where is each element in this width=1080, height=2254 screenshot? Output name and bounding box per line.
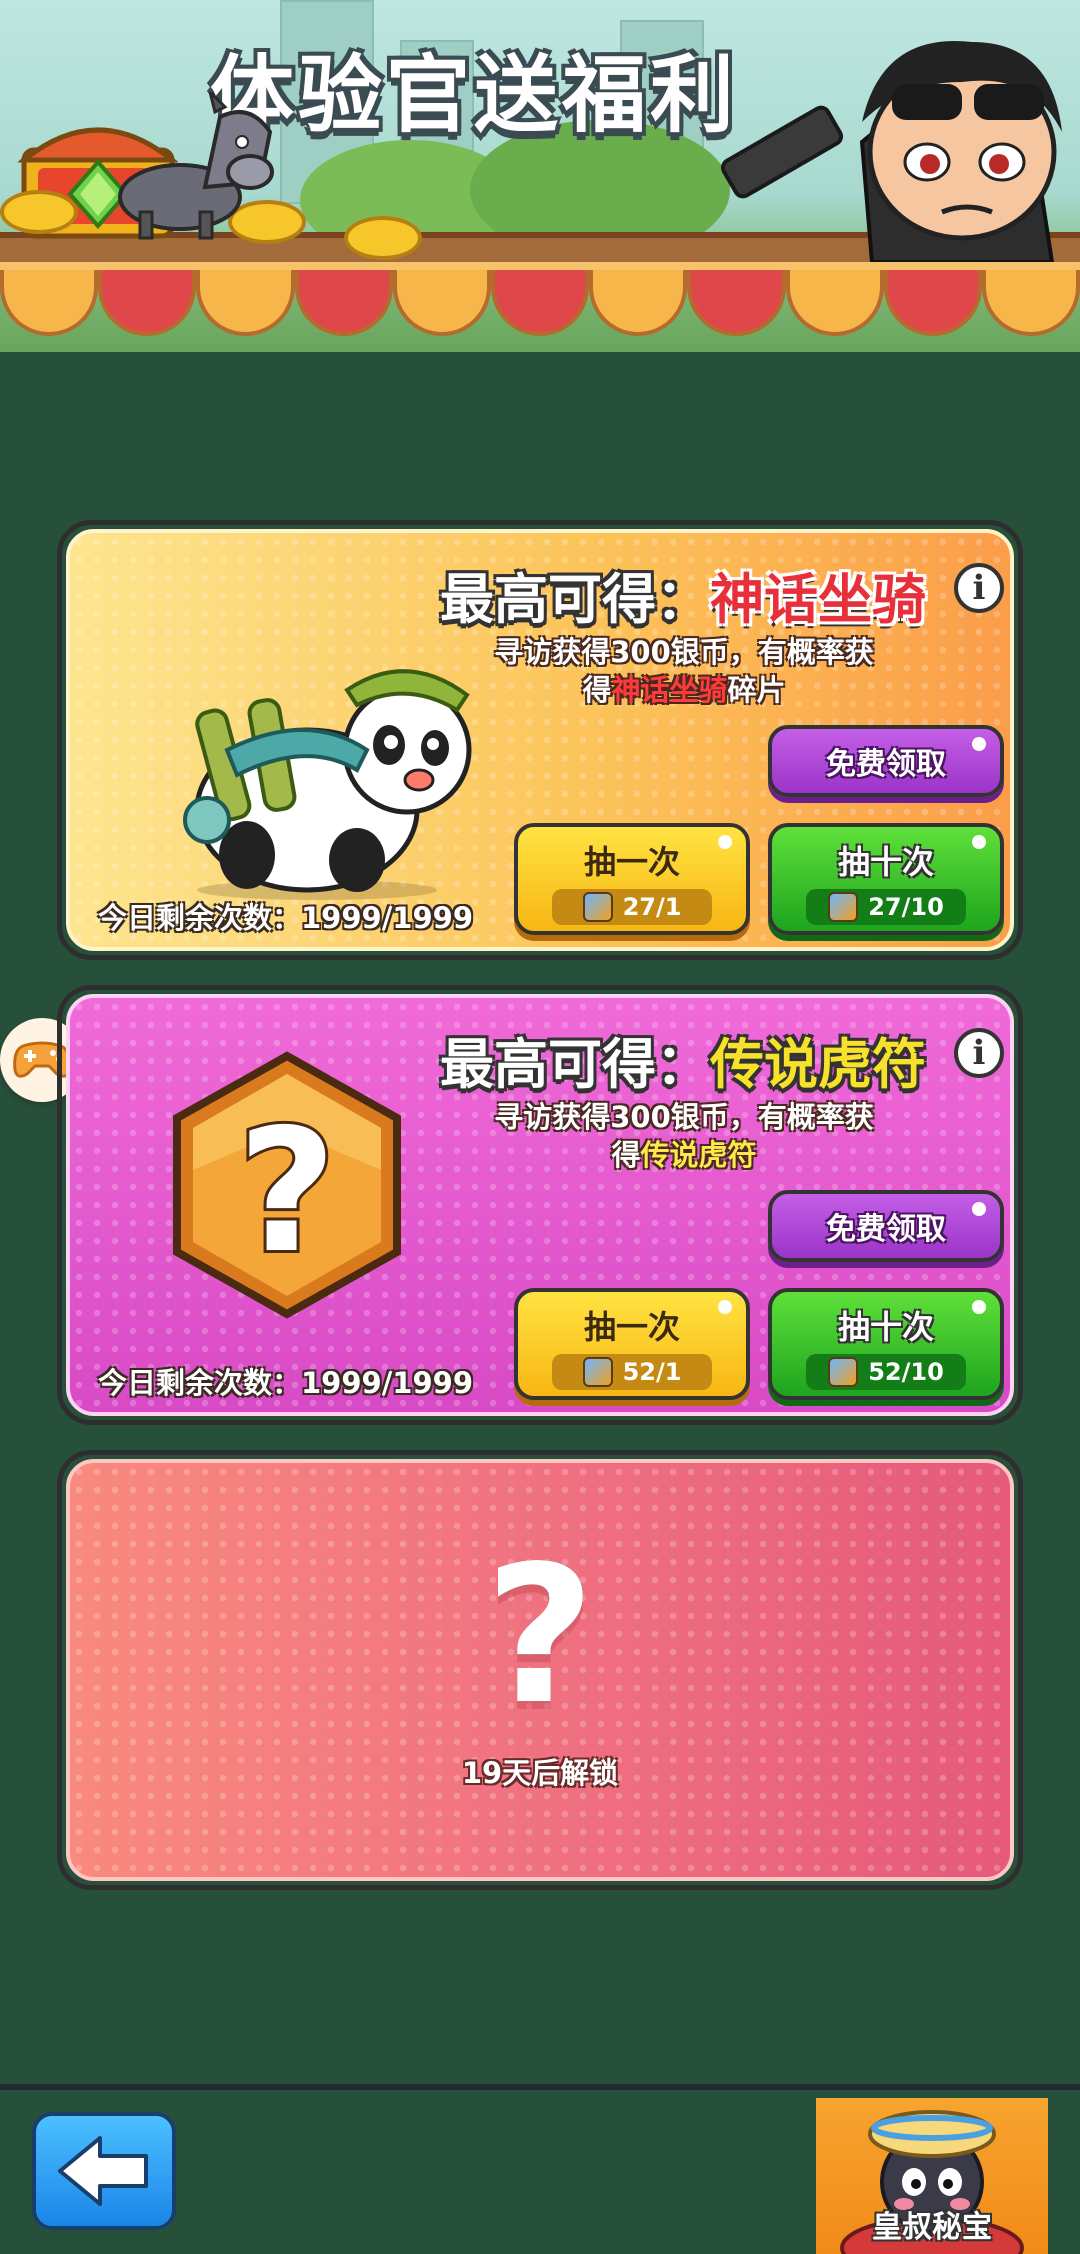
description-line: 得神话坐骑碎片 — [424, 671, 944, 709]
draw-ten-cost: 52/10 — [806, 1354, 966, 1390]
button-gloss — [718, 835, 732, 849]
treasure-button[interactable]: 皇叔秘宝 — [816, 2098, 1048, 2254]
ticket-icon — [828, 892, 859, 922]
button-gloss — [972, 1202, 986, 1216]
draw-ten-label: 抽十次 — [837, 843, 934, 881]
info-icon[interactable]: i — [954, 1028, 1004, 1078]
description-suffix: 碎片 — [727, 673, 786, 707]
remaining-count: 今日剩余次数：1999/1999 — [98, 1366, 474, 1400]
horse-mascot-icon — [118, 92, 274, 240]
remaining-count: 今日剩余次数：1999/1999 — [98, 901, 474, 935]
button-gloss — [972, 835, 986, 849]
best-reward-label: 最高可得： — [440, 568, 710, 631]
draw-once-cost: 52/1 — [552, 1354, 712, 1390]
awning-scallop — [294, 270, 393, 336]
boss-character-icon — [720, 41, 1062, 262]
best-reward-title: 最高可得：传说虎符 — [440, 1020, 926, 1099]
page-title: 体验官送福利 — [210, 46, 739, 144]
reward-description: 寻访获得300银币，有概率获 得传说虎符 — [424, 1098, 944, 1174]
svg-text:?: ? — [238, 1093, 337, 1291]
mystery-hexagon-icon: ? — [173, 1051, 401, 1319]
gold-coin-icon — [0, 190, 78, 234]
button-gloss — [972, 737, 986, 751]
draw-ten-cost-value: 52/10 — [868, 1358, 944, 1386]
treasure-label: 皇叔秘宝 — [872, 2210, 992, 2245]
draw-once-label: 抽一次 — [583, 843, 680, 881]
draw-once-cost: 27/1 — [552, 889, 712, 925]
unlock-countdown: 19天后解锁 — [461, 1756, 619, 1790]
awning-scallop — [785, 270, 884, 336]
draw-once-button[interactable]: 抽一次 52/1 — [514, 1288, 750, 1400]
back-arrow-icon — [58, 2136, 148, 2206]
draw-ten-cost-value: 27/10 — [868, 893, 944, 921]
button-gloss — [972, 1300, 986, 1314]
locked-card: ? 19天后解锁 — [57, 1450, 1023, 1890]
draw-ten-cost: 27/10 — [806, 889, 966, 925]
free-claim-button[interactable]: 免费领取 — [768, 1190, 1004, 1262]
awning-scallop — [589, 270, 688, 336]
header-banner: 体验官送福利 — [0, 0, 1080, 352]
awning-scallop — [98, 270, 197, 336]
draw-ten-button[interactable]: 抽十次 52/10 — [768, 1288, 1004, 1400]
best-reward-value: 神话坐骑 — [710, 568, 926, 631]
best-reward-value: 传说虎符 — [710, 1033, 926, 1096]
locked-question-icon: ? — [484, 1525, 596, 1746]
awning-scallop — [981, 270, 1080, 336]
free-claim-label: 免费领取 — [826, 747, 946, 782]
draw-once-cost-value: 52/1 — [622, 1358, 682, 1386]
mount-draw-card: 最高可得：神话坐骑 i 寻访获得300银币，有概率获 得神话坐骑碎片 免费领取 … — [57, 520, 1023, 960]
draw-ten-button[interactable]: 抽十次 27/10 — [768, 823, 1004, 935]
draw-once-cost-value: 27/1 — [622, 893, 682, 921]
best-reward-label: 最高可得： — [440, 1033, 710, 1096]
bottom-bar: 皇叔秘宝 — [0, 2084, 1080, 2254]
button-gloss — [718, 1300, 732, 1314]
description-line: 得传说虎符 — [424, 1136, 944, 1174]
info-icon[interactable]: i — [954, 563, 1004, 613]
awning-scallop — [490, 270, 590, 336]
draw-once-label: 抽一次 — [583, 1308, 680, 1346]
draw-once-button[interactable]: 抽一次 27/1 — [514, 823, 750, 935]
description-prefix: 得 — [611, 1138, 641, 1172]
reward-description: 寻访获得300银币，有概率获 得神话坐骑碎片 — [424, 633, 944, 709]
awning-scallop — [883, 270, 982, 336]
awning — [0, 270, 1080, 340]
free-claim-button[interactable]: 免费领取 — [768, 725, 1004, 797]
ticket-icon — [828, 1357, 859, 1387]
awning-scallop — [392, 270, 491, 336]
draw-ten-label: 抽十次 — [837, 1308, 934, 1346]
description-line: 寻访获得300银币，有概率获 — [494, 635, 874, 669]
awning-scallop — [196, 270, 295, 336]
description-highlight: 神话坐骑 — [611, 673, 728, 707]
tally-draw-card: ? 最高可得：传说虎符 i 寻访获得300银币，有概率获 得传说虎符 免费领取 … — [57, 985, 1023, 1425]
description-line: 寻访获得300银币，有概率获 — [494, 1100, 874, 1134]
free-claim-label: 免费领取 — [826, 1212, 946, 1247]
best-reward-title: 最高可得：神话坐骑 — [440, 555, 926, 634]
gold-coin-icon — [344, 216, 422, 260]
awning-scallop — [0, 270, 99, 336]
ticket-icon — [582, 1357, 613, 1387]
description-prefix: 得 — [582, 673, 612, 707]
ticket-icon — [582, 892, 613, 922]
back-button[interactable] — [32, 2112, 176, 2230]
description-highlight: 传说虎符 — [640, 1138, 757, 1172]
awning-scallop — [687, 270, 786, 336]
